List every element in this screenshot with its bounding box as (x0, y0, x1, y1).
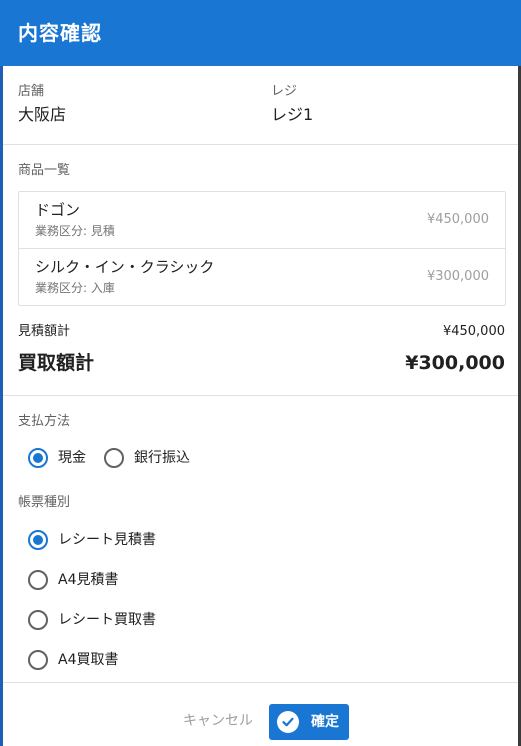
purchase-total-value: ¥300,000 (405, 352, 505, 374)
dialog-title: 内容確認 (18, 21, 102, 45)
radio-label: レシート買取書 (58, 612, 156, 628)
payment-method-heading: 支払方法 (18, 414, 71, 429)
dialog-header: 内容確認 (0, 0, 521, 66)
radio-label: レシート見積書 (58, 532, 156, 548)
divider (3, 144, 518, 145)
radio-unchecked-icon (28, 610, 48, 630)
confirm-label: 確定 (311, 714, 339, 730)
document-type-heading: 帳票種別 (18, 495, 71, 510)
cancel-button[interactable]: キャンセル (176, 708, 260, 734)
document-radio-a4-purchase[interactable]: A4買取書 (28, 650, 118, 670)
radio-label: A4買取書 (58, 652, 119, 668)
purchase-total-label: 買取額計 (18, 352, 95, 374)
list-item: シルク・イン・クラシック 業務区分: 入庫 ¥300,000 (19, 249, 505, 306)
item-category: 業務区分: 見積 (35, 224, 115, 238)
document-radio-receipt-estimate[interactable]: レシート見積書 (28, 530, 156, 550)
register-value: レジ1 (271, 105, 314, 124)
confirmation-dialog: 内容確認 店舗 大阪店 レジ レジ1 商品一覧 ドゴン 業務区分: 見積 ¥45… (0, 0, 521, 746)
divider (3, 395, 518, 396)
list-item: ドゴン 業務区分: 見積 ¥450,000 (19, 192, 505, 249)
item-price: ¥300,000 (426, 269, 489, 284)
item-category: 業務区分: 入庫 (35, 281, 115, 295)
radio-label: 銀行振込 (134, 450, 190, 466)
estimate-total-label: 見積額計 (18, 324, 71, 339)
item-list: ドゴン 業務区分: 見積 ¥450,000 シルク・イン・クラシック 業務区分:… (18, 191, 506, 306)
document-radio-a4-estimate[interactable]: A4見積書 (28, 570, 118, 590)
item-name: シルク・イン・クラシック (35, 258, 215, 276)
estimate-total-value: ¥450,000 (442, 324, 505, 339)
items-heading: 商品一覧 (18, 163, 71, 178)
document-radio-receipt-purchase[interactable]: レシート買取書 (28, 610, 156, 630)
radio-unchecked-icon (104, 448, 124, 468)
item-price: ¥450,000 (426, 212, 489, 227)
check-circle-icon (277, 711, 299, 733)
divider (3, 682, 518, 683)
register-label: レジ (271, 84, 298, 99)
radio-unchecked-icon (28, 570, 48, 590)
radio-unchecked-icon (28, 650, 48, 670)
item-name: ドゴン (35, 201, 81, 219)
radio-label: 現金 (58, 450, 86, 466)
radio-checked-icon (28, 448, 48, 468)
confirm-button[interactable]: 確定 (269, 704, 349, 740)
left-edge (0, 0, 3, 746)
store-label: 店舗 (18, 84, 45, 99)
payment-radio-bank-transfer[interactable]: 銀行振込 (104, 448, 190, 468)
store-value: 大阪店 (18, 105, 67, 124)
radio-checked-icon (28, 530, 48, 550)
payment-radio-cash[interactable]: 現金 (28, 448, 86, 468)
radio-label: A4見積書 (58, 572, 119, 588)
